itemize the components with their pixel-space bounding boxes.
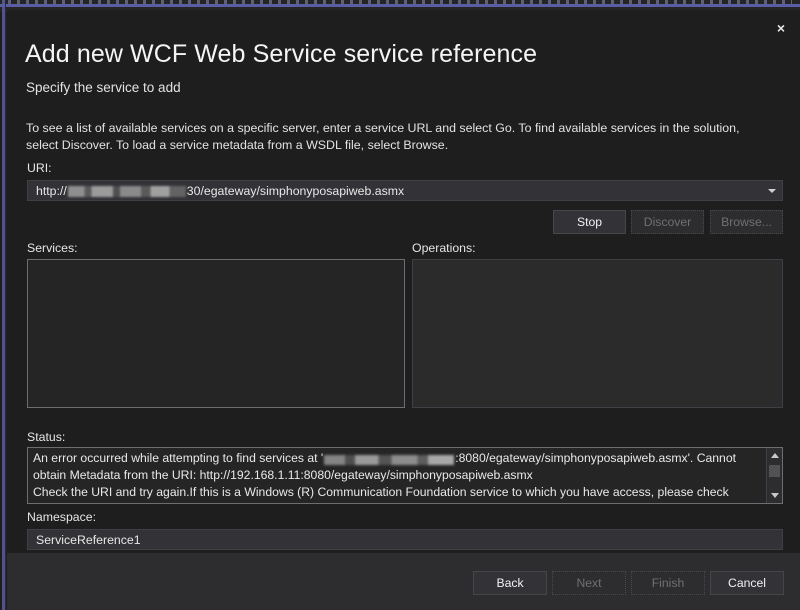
page-title: Add new WCF Web Service service referenc… (25, 40, 538, 68)
dialog-body: × Add new WCF Web Service service refere… (7, 10, 800, 553)
status-textarea[interactable]: An error occurred while attempting to fi… (27, 447, 783, 504)
browse-button: Browse... (710, 210, 783, 234)
finish-button: Finish (631, 571, 705, 595)
operations-listbox[interactable] (412, 259, 783, 408)
uri-value-prefix: http:// (36, 183, 67, 198)
uri-redacted-host (67, 186, 186, 197)
namespace-input[interactable]: ServiceReference1 (27, 529, 783, 550)
close-icon[interactable]: × (766, 14, 796, 42)
uri-label: URI: (27, 161, 52, 175)
uri-value-suffix: 30/egateway/simphonyposapiweb.asmx (186, 183, 405, 198)
next-button: Next (552, 571, 626, 595)
namespace-label: Namespace: (27, 510, 97, 524)
add-service-reference-dialog: × Add new WCF Web Service service refere… (7, 10, 800, 610)
uri-combobox[interactable]: http:// 30/egateway/simphonyposapiweb.as… (27, 180, 783, 201)
status-line-1-prefix: An error occurred while attempting to fi… (33, 451, 324, 465)
window-accent-line (0, 4, 800, 7)
namespace-value: ServiceReference1 (36, 532, 141, 547)
cancel-button[interactable]: Cancel (710, 571, 784, 595)
back-button[interactable]: Back (473, 571, 547, 595)
scroll-down-icon[interactable] (767, 488, 782, 503)
uri-input[interactable]: http:// 30/egateway/simphonyposapiweb.as… (28, 184, 404, 198)
scroll-up-icon[interactable] (767, 448, 782, 463)
status-redacted-host (324, 454, 455, 465)
status-line-3: Check the URI and try again.If this is a… (33, 485, 729, 500)
status-line-2: obtain Metadata from the URI: http://192… (33, 468, 533, 483)
discover-button: Discover (631, 210, 704, 234)
dialog-footer: Back Next Finish Cancel (7, 553, 800, 610)
status-text: An error occurred while attempting to fi… (33, 450, 759, 502)
status-line-1-suffix: :8080/egateway/simphonyposapiweb.asmx'. … (455, 451, 736, 465)
ide-left-divider (5, 0, 6, 610)
services-label: Services: (27, 241, 78, 255)
status-line-1: An error occurred while attempting to fi… (33, 450, 759, 467)
page-subtitle: Specify the service to add (26, 80, 181, 95)
status-label: Status: (27, 430, 66, 444)
stop-button[interactable]: Stop (553, 210, 626, 234)
chevron-down-icon[interactable] (768, 188, 776, 193)
dialog-description: To see a list of available services on a… (26, 121, 740, 152)
services-listbox[interactable] (27, 259, 405, 408)
operations-label: Operations: (412, 241, 476, 255)
scrollbar-thumb[interactable] (769, 465, 780, 477)
status-scrollbar[interactable] (766, 448, 782, 503)
